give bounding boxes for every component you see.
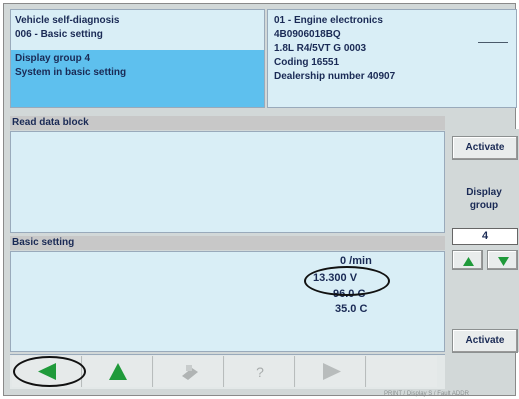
svg-text:?: ? bbox=[256, 364, 264, 380]
group-down-button[interactable] bbox=[487, 250, 518, 270]
help-button[interactable]: ? bbox=[225, 356, 295, 387]
highlight-circle-back bbox=[13, 356, 86, 387]
print-icon bbox=[182, 365, 198, 380]
diagnosis-screen: Vehicle self-diagnosis 006 - Basic setti… bbox=[3, 3, 519, 397]
header-dash bbox=[478, 42, 508, 43]
dealership-number: Dealership number 40907 bbox=[274, 71, 396, 82]
header-line-display-group: Display group 4 bbox=[15, 53, 91, 64]
header-line-status: System in basic setting bbox=[15, 67, 127, 78]
engine-code: 1.8L R4/5VT G 0003 bbox=[274, 43, 367, 54]
help-icon: ? bbox=[256, 364, 264, 380]
activate-button-top[interactable]: Activate bbox=[452, 136, 518, 160]
activate-button-bottom[interactable]: Activate bbox=[452, 329, 518, 353]
forward-arrow-icon bbox=[323, 363, 341, 380]
value-intake-temp: 35.0 C bbox=[335, 303, 368, 315]
basic-setting-panel bbox=[10, 251, 445, 352]
read-data-block-panel bbox=[10, 131, 445, 233]
print-button[interactable] bbox=[154, 356, 224, 387]
control-module-name: 01 - Engine electronics bbox=[274, 15, 383, 26]
basic-setting-title: Basic setting bbox=[10, 236, 445, 250]
header-line-function: 006 - Basic setting bbox=[15, 29, 103, 40]
forward-button[interactable] bbox=[296, 356, 366, 387]
up-arrow-icon bbox=[109, 363, 127, 380]
triangle-up-icon bbox=[463, 257, 474, 266]
header-right-panel: 01 - Engine electronics 4B0906018BQ 1.8L… bbox=[267, 9, 517, 108]
nav-empty-slot bbox=[367, 356, 437, 387]
up-button[interactable] bbox=[83, 356, 153, 387]
part-number: 4B0906018BQ bbox=[274, 29, 341, 40]
highlight-circle-voltage bbox=[304, 266, 390, 296]
header-left-panel: Vehicle self-diagnosis 006 - Basic setti… bbox=[10, 9, 265, 108]
header-line-vehicle-self-diagnosis: Vehicle self-diagnosis bbox=[15, 15, 120, 26]
display-group-input[interactable]: 4 bbox=[452, 228, 518, 245]
coding-number: Coding 16551 bbox=[274, 57, 340, 68]
triangle-down-icon bbox=[498, 257, 509, 266]
group-up-button[interactable] bbox=[452, 250, 483, 270]
read-data-block-title: Read data block bbox=[10, 116, 445, 130]
display-group-label: Display group bbox=[466, 187, 502, 211]
footer-hint: PRINT / Display S / Fault ADDR bbox=[384, 391, 469, 397]
